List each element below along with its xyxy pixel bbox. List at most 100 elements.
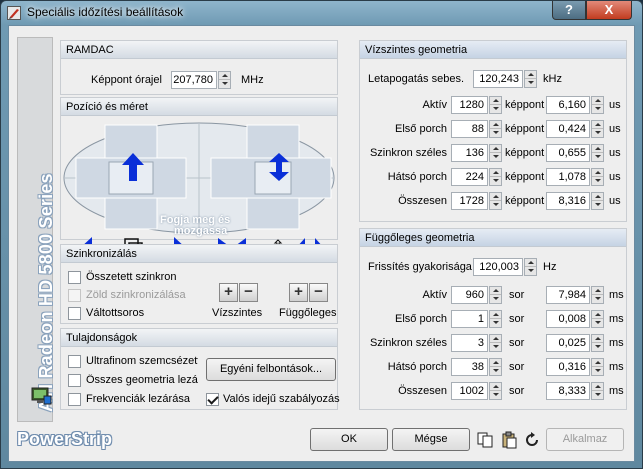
v-front-porch-time[interactable]: 0,008 xyxy=(546,310,590,328)
h-sync-plus-button[interactable]: + xyxy=(219,283,238,302)
v-total-time[interactable]: 8,333 xyxy=(546,382,590,400)
vertical-geometry-header: Függőleges geometria xyxy=(360,229,626,247)
h-total-time[interactable]: 8,316 xyxy=(546,192,590,210)
sync-panel: Szinkronizálás Összetett szinkron Zöld s… xyxy=(60,244,338,324)
v-total-time-unit: ms xyxy=(609,385,624,397)
ok-button[interactable]: OK xyxy=(310,428,388,451)
scan-rate-input[interactable]: 120,243 xyxy=(473,70,523,88)
v-sync-width-time[interactable]: 0,025 xyxy=(546,334,590,352)
v-sync-minus-button[interactable]: − xyxy=(309,283,328,302)
refresh-rate-spinner[interactable] xyxy=(524,258,537,276)
v-back-porch-spinner[interactable] xyxy=(489,358,502,376)
h-active-time-unit: us xyxy=(609,99,621,111)
horizontal-geometry-panel: Vízszintes geometria Letapogatás sebes. … xyxy=(359,40,627,222)
v-active-time[interactable]: 7,984 xyxy=(546,286,590,304)
h-sync-width-time[interactable]: 0,655 xyxy=(546,144,590,162)
h-sync-minus-button[interactable]: − xyxy=(239,283,258,302)
h-front-porch-time-spinner[interactable] xyxy=(591,120,604,138)
properties-header: Tulajdonságok xyxy=(61,329,337,347)
refresh-rate-input[interactable]: 120,003 xyxy=(473,258,523,276)
h-active-input[interactable]: 1280 xyxy=(451,96,488,114)
h-sync-width-unit: képpont xyxy=(505,147,545,159)
realtime-adjust-checkbox[interactable] xyxy=(206,393,219,406)
v-sync-width-time-unit: ms xyxy=(609,337,624,349)
dialog-window: Speciális időzítési beállítások ? X ATI … xyxy=(0,0,643,469)
pixel-clock-label: Képpont órajel xyxy=(91,74,162,86)
v-sync-width-label: Szinkron széles xyxy=(369,337,447,349)
v-active-input[interactable]: 960 xyxy=(451,286,488,304)
h-back-porch-input[interactable]: 224 xyxy=(451,168,488,186)
apply-button[interactable]: Alkalmaz xyxy=(546,428,624,451)
h-active-spinner[interactable] xyxy=(489,96,502,114)
v-back-porch-time[interactable]: 0,316 xyxy=(546,358,590,376)
v-sync-width-time-spinner[interactable] xyxy=(591,334,604,352)
cancel-button[interactable]: Mégse xyxy=(392,428,470,451)
monitor-icon xyxy=(31,387,52,405)
v-sync-width-input[interactable]: 3 xyxy=(451,334,488,352)
position-header: Pozíció és méret xyxy=(61,98,337,116)
h-back-porch-time[interactable]: 1,078 xyxy=(546,168,590,186)
lock-frequency-label: Frekvenciák lezárása xyxy=(86,393,190,405)
v-back-porch-label: Hátsó porch xyxy=(387,361,447,373)
scan-rate-spinner[interactable] xyxy=(524,70,537,88)
h-front-porch-input[interactable]: 88 xyxy=(451,120,488,138)
v-front-porch-time-spinner[interactable] xyxy=(591,310,604,328)
sync-on-green-checkbox[interactable] xyxy=(68,289,81,302)
v-total-time-spinner[interactable] xyxy=(591,382,604,400)
h-sync-width-input[interactable]: 136 xyxy=(451,144,488,162)
powerstrip-logo: PowerStrip xyxy=(17,429,113,449)
ultrafine-label: Ultrafinom szemcsézett... xyxy=(86,355,198,367)
ultrafine-checkbox[interactable] xyxy=(68,355,81,368)
title-bar[interactable]: Speciális időzítési beállítások ? X xyxy=(1,1,642,25)
vertical-label: Függőleges xyxy=(279,307,337,319)
paste-icon[interactable] xyxy=(500,431,518,449)
pixel-clock-unit: MHz xyxy=(241,74,264,86)
h-total-spinner[interactable] xyxy=(489,192,502,210)
h-total-input[interactable]: 1728 xyxy=(451,192,488,210)
h-back-porch-spinner[interactable] xyxy=(489,168,502,186)
v-active-spinner[interactable] xyxy=(489,286,502,304)
interlaced-checkbox[interactable] xyxy=(68,307,81,320)
pixel-clock-input[interactable]: 207,780 xyxy=(171,71,217,89)
v-front-porch-spinner[interactable] xyxy=(489,310,502,328)
help-button[interactable]: ? xyxy=(552,1,586,20)
v-sync-plus-button[interactable]: + xyxy=(289,283,308,302)
v-total-label: Összesen xyxy=(398,385,447,397)
v-active-time-spinner[interactable] xyxy=(591,286,604,304)
lock-geometry-checkbox[interactable] xyxy=(68,374,81,387)
h-back-porch-label: Hátsó porch xyxy=(387,171,447,183)
v-sync-width-unit: sor xyxy=(509,337,525,349)
refresh-rate-label: Frissítés gyakorisága xyxy=(368,261,472,273)
shrink-vertical-icon[interactable] xyxy=(267,152,291,182)
h-front-porch-unit: képpont xyxy=(505,123,545,135)
refresh-icon[interactable] xyxy=(523,431,541,449)
h-back-porch-unit: képpont xyxy=(505,171,545,183)
v-back-porch-time-spinner[interactable] xyxy=(591,358,604,376)
h-sync-width-spinner[interactable] xyxy=(489,144,502,162)
h-front-porch-time[interactable]: 0,424 xyxy=(546,120,590,138)
composite-sync-label: Összetett szinkron xyxy=(86,271,177,283)
v-total-input[interactable]: 1002 xyxy=(451,382,488,400)
h-active-time[interactable]: 6,160 xyxy=(546,96,590,114)
v-front-porch-input[interactable]: 1 xyxy=(451,310,488,328)
h-sync-width-time-spinner[interactable] xyxy=(591,144,604,162)
custom-resolutions-button[interactable]: Egyéni felbontások... xyxy=(206,358,336,381)
move-up-icon[interactable] xyxy=(121,152,145,182)
window-title: Speciális időzítési beállítások xyxy=(27,5,184,19)
pixel-clock-spinner[interactable] xyxy=(218,71,231,89)
close-button[interactable]: X xyxy=(586,1,632,20)
drag-hint-line2: mozgassa xyxy=(174,225,228,237)
scan-rate-unit: kHz xyxy=(543,73,562,85)
app-icon xyxy=(7,6,21,20)
h-back-porch-time-spinner[interactable] xyxy=(591,168,604,186)
v-total-spinner[interactable] xyxy=(489,382,502,400)
copy-icon[interactable] xyxy=(476,431,494,449)
h-active-time-spinner[interactable] xyxy=(591,96,604,114)
h-front-porch-spinner[interactable] xyxy=(489,120,502,138)
lock-frequency-checkbox[interactable] xyxy=(68,393,81,406)
composite-sync-checkbox[interactable] xyxy=(68,271,81,284)
v-sync-width-spinner[interactable] xyxy=(489,334,502,352)
v-back-porch-input[interactable]: 38 xyxy=(451,358,488,376)
h-total-time-spinner[interactable] xyxy=(591,192,604,210)
horizontal-geometry-header: Vízszintes geometria xyxy=(360,41,626,59)
